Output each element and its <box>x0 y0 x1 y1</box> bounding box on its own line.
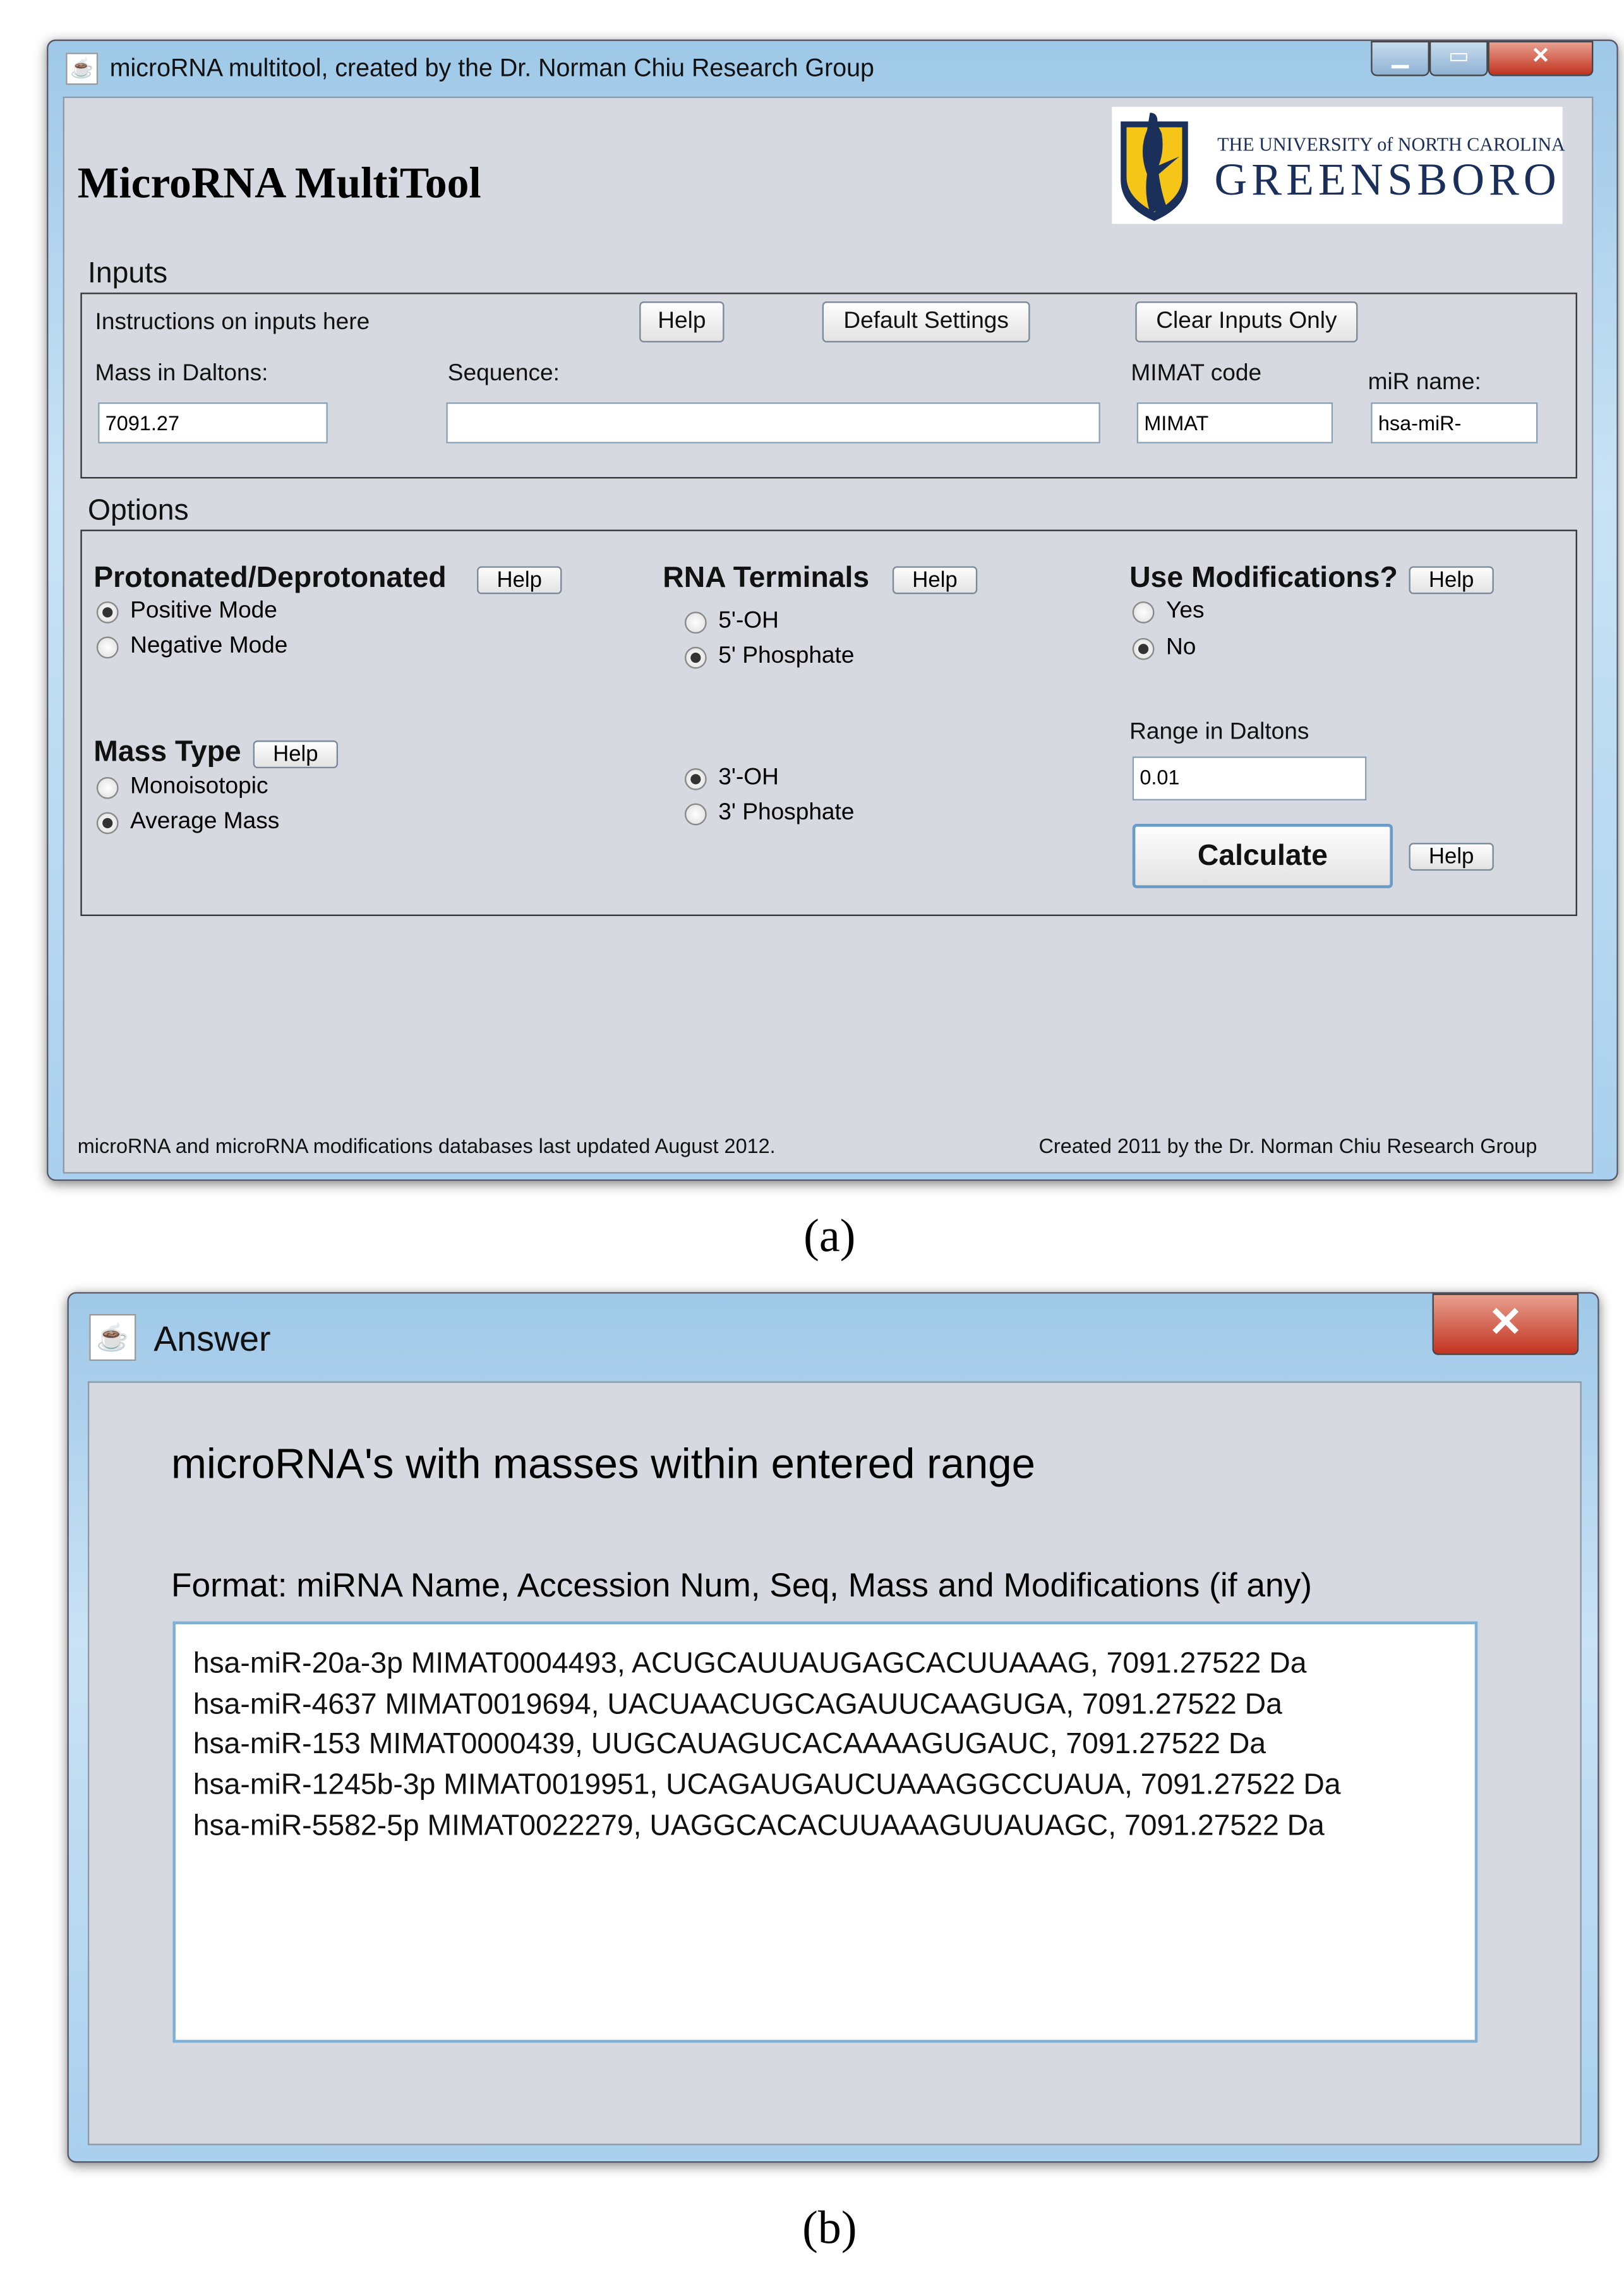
radio-modifications-yes[interactable]: Yes <box>1132 598 1205 625</box>
radio-average-mass[interactable]: Average Mass <box>96 809 280 836</box>
minimize-button[interactable]: ▁ <box>1371 40 1429 76</box>
radio-label: Yes <box>1166 598 1205 624</box>
mir-name-label: miR name: <box>1368 370 1481 395</box>
radio-unchecked-icon <box>1132 600 1155 623</box>
range-label: Range in Daltons <box>1129 720 1309 745</box>
radio-label: Average Mass <box>130 809 280 835</box>
java-icon: ☕ <box>66 52 99 85</box>
radio-label: No <box>1166 635 1196 660</box>
results-textarea[interactable]: hsa-miR-20a-3p MIMAT0004493, ACUGCAUUAUG… <box>172 1621 1478 2043</box>
instructions-label: Instructions on inputs here <box>95 310 370 335</box>
logo-line2: GREENSBORO <box>1214 154 1561 205</box>
sequence-input[interactable] <box>446 402 1100 444</box>
radio-checked-icon <box>1132 637 1155 660</box>
radio-label: 5' Phosphate <box>718 644 855 669</box>
answer-window: ☕ Answer ✕ microRNA's with masses within… <box>67 1292 1599 2163</box>
radio-unchecked-icon <box>684 802 707 825</box>
radio-checked-icon <box>96 600 119 623</box>
clear-inputs-button[interactable]: Clear Inputs Only <box>1135 301 1358 342</box>
mass-type-help-button[interactable]: Help <box>253 740 339 769</box>
options-section-label: Options <box>87 494 189 527</box>
radio-label: 3'-OH <box>718 765 779 790</box>
close-button[interactable]: ✕ <box>1488 40 1594 76</box>
mass-label: Mass in Daltons: <box>95 361 268 387</box>
radio-label: Monoisotopic <box>130 774 268 799</box>
protonation-title: Protonated/Deprotonated <box>93 562 447 594</box>
result-line: hsa-miR-5582-5p MIMAT0022279, UAGGCACACU… <box>193 1809 1325 1842</box>
uncg-logo: THE UNIVERSITY of NORTH CAROLINA GREENSB… <box>1112 107 1565 224</box>
radio-unchecked-icon <box>684 611 707 633</box>
rna-terminals-title: RNA Terminals <box>663 562 870 594</box>
options-group: Protonated/Deprotonated Help Positive Mo… <box>80 529 1577 916</box>
result-line: hsa-miR-1245b-3p MIMAT0019951, UCAGAUGAU… <box>193 1769 1341 1802</box>
maximize-button[interactable]: ▭ <box>1429 40 1488 76</box>
result-line: hsa-miR-4637 MIMAT0019694, UACUAACUGCAGA… <box>193 1688 1282 1721</box>
caption-a: (a) <box>803 1209 856 1262</box>
radio-5-oh[interactable]: 5'-OH <box>684 608 779 636</box>
radio-checked-icon <box>684 767 707 790</box>
radio-monoisotopic[interactable]: Monoisotopic <box>96 774 268 800</box>
mimat-label: MIMAT code <box>1131 361 1262 387</box>
inputs-section-label: Inputs <box>87 257 168 290</box>
radio-5-phosphate[interactable]: 5' Phosphate <box>684 644 855 670</box>
modifications-title: Use Modifications? <box>1129 562 1398 594</box>
default-settings-button[interactable]: Default Settings <box>822 301 1030 342</box>
result-line: hsa-miR-153 MIMAT0000439, UUGCAUAGUCACAA… <box>193 1729 1266 1761</box>
java-icon: ☕ <box>89 1313 136 1361</box>
radio-checked-icon <box>96 811 119 834</box>
calculate-button[interactable]: Calculate <box>1132 824 1393 888</box>
answer-window-title: Answer <box>153 1320 271 1360</box>
radio-label: Positive Mode <box>130 598 277 624</box>
format-label: Format: miRNA Name, Accession Num, Seq, … <box>171 1566 1312 1604</box>
app-heading: MicroRNA MultiTool <box>77 159 481 208</box>
radio-label: Negative Mode <box>130 633 288 659</box>
radio-3-oh[interactable]: 3'-OH <box>684 765 779 792</box>
radio-unchecked-icon <box>96 636 119 658</box>
footer-left: microRNA and microRNA modifications data… <box>77 1134 776 1158</box>
window-title: microRNA multitool, created by the Dr. N… <box>109 54 874 82</box>
result-line: hsa-miR-20a-3p MIMAT0004493, ACUGCAUUAUG… <box>193 1648 1307 1680</box>
radio-label: 3' Phosphate <box>718 800 855 826</box>
caption-b: (b) <box>802 2200 857 2254</box>
radio-positive-mode[interactable]: Positive Mode <box>96 598 277 625</box>
radio-unchecked-icon <box>96 776 119 799</box>
calculate-help-button[interactable]: Help <box>1409 843 1494 871</box>
mass-type-title: Mass Type <box>93 736 241 769</box>
range-input[interactable]: 0.01 <box>1132 756 1367 800</box>
shield-icon <box>1121 112 1188 221</box>
inputs-group: Instructions on inputs here Help Default… <box>80 293 1577 479</box>
radio-label: 5'-OH <box>718 608 779 634</box>
rna-terminals-help-button[interactable]: Help <box>892 566 978 594</box>
main-panel: MicroRNA MultiTool THE UNIVERSITY of NOR… <box>63 96 1594 1174</box>
modifications-help-button[interactable]: Help <box>1409 566 1494 594</box>
close-button[interactable]: ✕ <box>1432 1293 1579 1355</box>
mir-name-input[interactable]: hsa-miR- <box>1371 402 1538 444</box>
sequence-label: Sequence: <box>447 361 560 387</box>
protonation-help-button[interactable]: Help <box>477 566 562 594</box>
radio-negative-mode[interactable]: Negative Mode <box>96 633 288 660</box>
answer-heading: microRNA's with masses within entered ra… <box>171 1441 1035 1488</box>
inputs-help-button[interactable]: Help <box>639 301 725 342</box>
radio-3-phosphate[interactable]: 3' Phosphate <box>684 800 855 827</box>
mass-input[interactable]: 7091.27 <box>98 402 328 444</box>
answer-panel: microRNA's with masses within entered ra… <box>87 1381 1582 2145</box>
main-window: ☕ microRNA multitool, created by the Dr.… <box>47 39 1618 1181</box>
radio-modifications-no[interactable]: No <box>1132 635 1196 661</box>
radio-checked-icon <box>684 646 707 668</box>
footer-right: Created 2011 by the Dr. Norman Chiu Rese… <box>1038 1134 1537 1158</box>
mimat-input[interactable]: MIMAT <box>1136 402 1333 444</box>
